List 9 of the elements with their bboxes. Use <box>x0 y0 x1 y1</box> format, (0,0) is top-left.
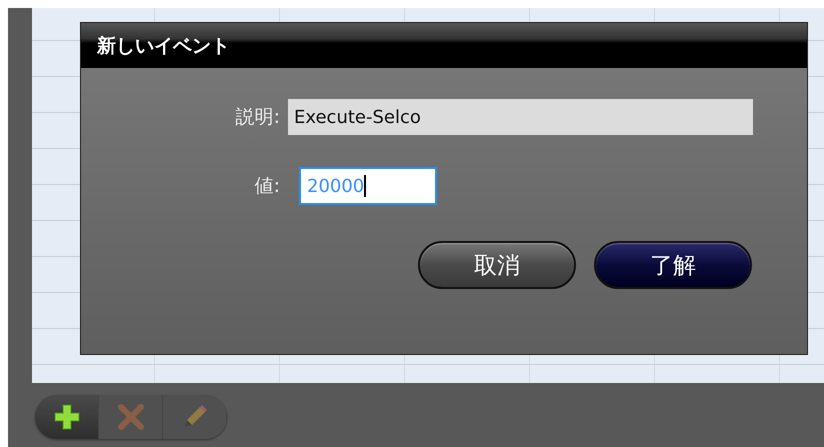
close-icon <box>118 404 144 430</box>
field-label: 値: <box>254 174 281 199</box>
ok-button[interactable]: 了解 <box>594 241 752 289</box>
plus-icon <box>54 404 80 430</box>
cancel-button[interactable]: 取消 <box>418 241 576 289</box>
field-label: 説明: <box>234 105 281 130</box>
input-field[interactable]: Execute-Selco <box>288 99 753 135</box>
add-button[interactable] <box>35 395 99 439</box>
dialog-title: 新しいイベント <box>97 34 230 58</box>
